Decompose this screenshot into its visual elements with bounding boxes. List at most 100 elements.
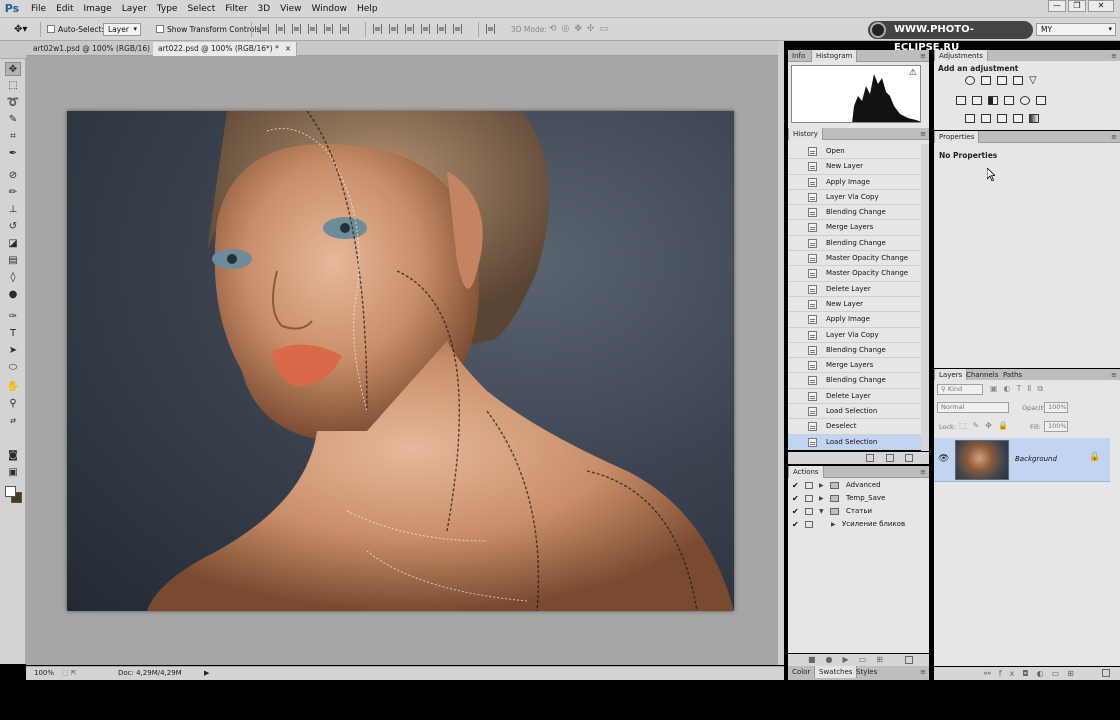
menu-filter[interactable]: Filter: [225, 0, 254, 18]
menu-edit[interactable]: Edit: [56, 0, 80, 18]
align-right-icon[interactable]: [340, 24, 349, 34]
show-transform-option[interactable]: Show Transform Controls: [156, 23, 260, 36]
history-item[interactable]: Blending Change: [788, 373, 921, 389]
restore-button[interactable]: ❐: [1068, 0, 1086, 12]
doc-tab-art02w1[interactable]: art02w1.psd @ 100% (RGB/16)×: [28, 42, 169, 56]
show-transform-checkbox[interactable]: [156, 25, 164, 33]
distribute-vcenter-icon[interactable]: [389, 24, 398, 34]
menu-layer[interactable]: Layer: [122, 0, 154, 18]
gradient-map-icon[interactable]: [1029, 114, 1039, 123]
pen-tool-icon[interactable]: ✑: [5, 310, 21, 324]
screen-mode-icon[interactable]: ▣: [5, 466, 21, 480]
status-menu-arrow-icon[interactable]: ▶: [204, 667, 209, 680]
lock-icons[interactable]: ⬚✎✥🔒: [959, 421, 1014, 430]
layer-footer-icons[interactable]: ⚯fx◘◐▭⊞: [984, 667, 1082, 680]
history-item[interactable]: Merge Layers: [788, 220, 921, 236]
move-tool-icon[interactable]: ✥: [5, 62, 21, 76]
hand-tool-icon[interactable]: ✋: [5, 380, 21, 394]
history-item[interactable]: Open: [788, 144, 921, 160]
align-top-icon[interactable]: [260, 24, 269, 34]
panel-menu-icon[interactable]: ≡: [920, 50, 926, 62]
color-balance-icon[interactable]: [972, 96, 982, 105]
panel-menu-icon[interactable]: ≡: [920, 128, 926, 140]
tab-styles[interactable]: Styles: [852, 666, 881, 678]
document-image[interactable]: [67, 111, 734, 611]
trash-icon[interactable]: [905, 454, 913, 462]
history-item[interactable]: Layer Via Copy: [788, 189, 921, 206]
history-item[interactable]: Deselect: [788, 419, 921, 435]
gradient-tool-icon[interactable]: ▤: [5, 254, 21, 268]
distribute-hcenter-icon[interactable]: [437, 24, 446, 34]
history-scrollbar[interactable]: [921, 144, 929, 451]
history-brush-tool-icon[interactable]: ↺: [5, 220, 21, 234]
hue-saturation-icon[interactable]: [956, 96, 966, 105]
action-toggle-check-icon[interactable]: ✔: [792, 505, 799, 518]
auto-align-icon[interactable]: [486, 24, 495, 34]
quick-mask-icon[interactable]: ◙: [5, 449, 21, 463]
action-toggle-check-icon[interactable]: ✔: [792, 492, 799, 505]
clone-stamp-tool-icon[interactable]: ⊥: [5, 203, 21, 217]
history-item[interactable]: Load Selection: [788, 404, 921, 420]
history-item[interactable]: Delete Layer: [788, 281, 921, 297]
curves-icon[interactable]: [997, 76, 1007, 85]
panel-menu-icon[interactable]: ≡: [920, 666, 926, 678]
histogram-warning-icon[interactable]: ⚠: [909, 68, 917, 78]
action-set-articles[interactable]: ✔ ▼ Статьи: [788, 505, 929, 518]
opacity-field[interactable]: 100%: [1044, 402, 1068, 413]
history-item[interactable]: New Layer: [788, 296, 921, 313]
dialog-toggle-icon[interactable]: [805, 521, 813, 528]
color-lookup-icon[interactable]: [1036, 96, 1046, 105]
blur-tool-icon[interactable]: ◊: [5, 271, 21, 285]
action-toggle-check-icon[interactable]: ✔: [792, 518, 799, 531]
menu-help[interactable]: Help: [357, 0, 385, 18]
foreground-color-swatch[interactable]: [5, 486, 16, 497]
new-document-from-state-icon[interactable]: [866, 454, 874, 462]
history-item[interactable]: Delete Layer: [788, 388, 921, 405]
align-hcenter-icon[interactable]: [324, 24, 333, 34]
tab-swatches[interactable]: Swatches: [814, 666, 858, 678]
move-tool-preset-icon[interactable]: ✥▾: [14, 23, 27, 36]
action-controls[interactable]: ■●▶▭⊞: [808, 654, 893, 666]
history-item[interactable]: Master Opacity Change: [788, 266, 921, 282]
collapse-triangle-icon[interactable]: ▼: [819, 505, 824, 518]
eyedropper-tool-icon[interactable]: ✒: [5, 147, 21, 161]
expand-triangle-icon[interactable]: ▶: [819, 492, 824, 505]
menu-3d[interactable]: 3D: [258, 0, 278, 18]
shape-tool-icon[interactable]: ⬭: [5, 361, 21, 375]
trash-icon[interactable]: [905, 656, 913, 664]
distribute-left-icon[interactable]: [421, 24, 430, 34]
crop-tool-icon[interactable]: ⌗: [5, 130, 21, 144]
dodge-tool-icon[interactable]: ●: [5, 288, 21, 302]
menu-window[interactable]: Window: [312, 0, 355, 18]
dialog-toggle-icon[interactable]: [805, 508, 813, 515]
history-item[interactable]: Apply Image: [788, 174, 921, 190]
brush-tool-icon[interactable]: ✏: [5, 186, 21, 200]
dialog-toggle-icon[interactable]: [805, 495, 813, 502]
lasso-tool-icon[interactable]: ➰: [5, 96, 21, 110]
canvas-scrollbar[interactable]: [778, 41, 784, 665]
panel-menu-icon[interactable]: ≡: [920, 466, 926, 478]
distribute-bottom-icon[interactable]: [405, 24, 414, 34]
vibrance-icon[interactable]: ▽: [1029, 76, 1039, 86]
healing-brush-tool-icon[interactable]: ⊘: [5, 169, 21, 183]
tab-histogram[interactable]: Histogram: [811, 50, 858, 62]
tab-info[interactable]: Info: [788, 50, 809, 62]
invert-icon[interactable]: [965, 114, 975, 123]
new-snapshot-icon[interactable]: [886, 454, 894, 462]
tab-actions[interactable]: Actions: [788, 466, 824, 478]
toolbar-header[interactable]: [0, 41, 26, 59]
auto-select-dropdown[interactable]: Layer ▾: [103, 23, 141, 36]
levels-icon[interactable]: [981, 76, 991, 85]
tab-properties[interactable]: Properties: [934, 131, 980, 143]
menu-file[interactable]: File: [31, 0, 53, 18]
exposure-icon[interactable]: [1013, 76, 1023, 85]
channel-mixer-icon[interactable]: [1020, 96, 1030, 105]
expand-triangle-icon[interactable]: ▶: [831, 518, 836, 531]
history-item[interactable]: Blending Change: [788, 205, 921, 221]
history-item[interactable]: Blending Change: [788, 235, 921, 252]
auto-select-option[interactable]: Auto-Select:: [47, 23, 104, 36]
eraser-tool-icon[interactable]: ◪: [5, 237, 21, 251]
menu-image[interactable]: Image: [84, 0, 119, 18]
tab-history[interactable]: History: [788, 128, 823, 140]
auto-select-checkbox[interactable]: [47, 25, 55, 33]
